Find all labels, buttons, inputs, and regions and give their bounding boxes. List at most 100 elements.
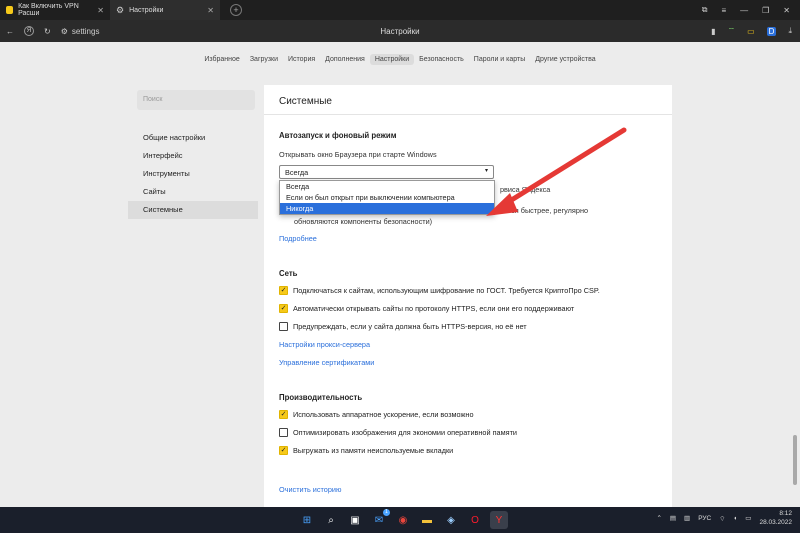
- close-window-icon[interactable]: ✕: [783, 6, 790, 15]
- network-option-gost[interactable]: ✓ Подключаться к сайтам, использующим ши…: [279, 286, 600, 295]
- nav-favorites[interactable]: Избранное: [199, 54, 244, 65]
- perf-option-unload[interactable]: ✓ Выгружать из памяти неиспользуемые вкл…: [279, 446, 453, 455]
- app-icon[interactable]: ◈: [442, 511, 460, 529]
- minimize-icon[interactable]: —: [740, 6, 748, 15]
- scrollbar[interactable]: [793, 435, 797, 485]
- option-label: Предупреждать, если у сайта должна быть …: [293, 322, 527, 331]
- wifi-protect-icon[interactable]: ⌔: [728, 26, 736, 36]
- tab-title: Настройки: [129, 6, 164, 14]
- maximize-icon[interactable]: ❐: [762, 6, 769, 15]
- option-label: Оптимизировать изображения для экономии …: [293, 428, 517, 437]
- network-option-warn[interactable]: Предупреждать, если у сайта должна быть …: [279, 322, 527, 331]
- checkbox-checked[interactable]: ✓: [279, 446, 288, 455]
- nav-settings[interactable]: Настройки: [369, 54, 415, 65]
- checkbox-checked[interactable]: ✓: [279, 286, 288, 295]
- more-link[interactable]: Подробнее: [279, 234, 317, 243]
- clear-history-link[interactable]: Очистить историю: [279, 485, 341, 494]
- search-input[interactable]: Поиск: [137, 90, 255, 110]
- mail-badge: 1: [383, 509, 390, 516]
- url-text[interactable]: settings: [72, 27, 100, 36]
- checkbox-checked[interactable]: ✓: [279, 410, 288, 419]
- select-value: Всегда: [285, 168, 309, 177]
- sidebar-item-tools[interactable]: Инструменты: [128, 165, 258, 183]
- option-label: Использовать аппаратное ускорение, если …: [293, 410, 474, 419]
- battery-icon[interactable]: ▭: [745, 514, 751, 522]
- settings-url-icon: ⚙: [60, 26, 68, 36]
- lang-indicator[interactable]: РУС: [698, 515, 711, 522]
- close-icon[interactable]: ✕: [207, 6, 214, 15]
- date: 28.03.2022: [759, 519, 792, 526]
- menu-icon[interactable]: ≡: [721, 6, 726, 15]
- mail-icon[interactable]: ✉ 1: [370, 509, 390, 529]
- extension-icon[interactable]: D: [766, 26, 777, 36]
- nav-devices[interactable]: Другие устройства: [530, 54, 600, 65]
- yandex-browser-icon[interactable]: Y: [490, 511, 508, 529]
- settings-panel: Системные Автозапуск и фоновый режим Отк…: [264, 85, 672, 515]
- sidebar-item-system[interactable]: Системные: [128, 201, 258, 219]
- close-icon[interactable]: ✕: [97, 6, 104, 15]
- divider: [264, 114, 672, 115]
- hidden-text-1: рвиса Яндекса: [500, 185, 551, 194]
- autostart-heading: Автозапуск и фоновый режим: [279, 131, 397, 140]
- network-option-https[interactable]: ✓ Автоматически открывать сайты по прото…: [279, 304, 574, 313]
- option-label: Автоматически открывать сайты по протоко…: [293, 304, 575, 313]
- perf-option-hw[interactable]: ✓ Использовать аппаратное ускорение, есл…: [279, 410, 474, 419]
- nav-downloads[interactable]: Загрузки: [245, 54, 283, 65]
- search-icon[interactable]: ⌕: [322, 511, 340, 529]
- opera-icon[interactable]: O: [466, 511, 484, 529]
- checkbox-checked[interactable]: ✓: [279, 304, 288, 313]
- chrome-icon[interactable]: ◉: [394, 511, 412, 529]
- sidebar-item-interface[interactable]: Интерфейс: [128, 147, 258, 165]
- sidebar-item-sites[interactable]: Сайты: [128, 183, 258, 201]
- sidebar-item-general[interactable]: Общие настройки: [128, 129, 258, 147]
- yandex-icon[interactable]: Я: [24, 26, 34, 36]
- tabs-overview-icon[interactable]: ⧉: [702, 5, 708, 15]
- tray-app-icon[interactable]: ▤: [670, 514, 676, 522]
- option-label: Подключаться к сайтам, использующим шифр…: [293, 286, 600, 295]
- nav-history[interactable]: История: [283, 54, 320, 65]
- battery-extension-icon[interactable]: ▭: [747, 27, 755, 36]
- option-label: Выгружать из памяти неиспользуемые вклад…: [293, 446, 454, 455]
- option-if-open[interactable]: Если он был открыт при выключении компью…: [280, 192, 494, 203]
- hidden-text-3: обновляются компоненты безопасности): [294, 217, 433, 226]
- nav-security[interactable]: Безопасность: [414, 54, 469, 65]
- open-on-start-label: Открывать окно Браузера при старте Windo…: [279, 150, 437, 159]
- tab-vpn-article[interactable]: Как Включить VPN Расши ✕: [0, 0, 110, 20]
- autostart-dropdown: Всегда Если он был открыт при выключении…: [279, 180, 495, 215]
- section-title: Системные: [279, 96, 332, 107]
- nav-addons[interactable]: Дополнения: [320, 54, 370, 65]
- tab-title: Как Включить VPN Расши: [18, 3, 79, 17]
- checkbox-unchecked[interactable]: [279, 322, 288, 331]
- volume-icon[interactable]: ◖: [733, 515, 737, 522]
- gear-icon: ⚙: [116, 4, 125, 15]
- wifi-icon[interactable]: ⌔: [719, 514, 725, 523]
- settings-nav: Избранное Загрузки История Дополнения На…: [0, 54, 800, 65]
- page-title: Настройки: [380, 26, 420, 36]
- performance-heading: Производительность: [279, 393, 363, 402]
- task-view-icon[interactable]: ▣: [346, 511, 364, 529]
- tab-settings[interactable]: ⚙ Настройки ✕: [110, 0, 220, 20]
- hidden-text-2: ается быстрее, регулярно: [500, 206, 589, 215]
- folder-icon[interactable]: ▬: [418, 511, 436, 529]
- reload-icon[interactable]: ↻: [44, 27, 51, 36]
- download-icon[interactable]: ⤓: [788, 26, 792, 36]
- time: 8:12: [779, 510, 792, 517]
- taskbar: ⊞ ⌕ ▣ ✉ 1 ◉ ▬ ◈ O Y ⌃ ▤ ▥ РУС ⌔ ◖ ▭ 8:12 …: [0, 507, 800, 533]
- clock[interactable]: 8:12 28.03.2022: [759, 509, 792, 527]
- new-tab-button[interactable]: +: [230, 4, 242, 16]
- checkbox-unchecked[interactable]: [279, 428, 288, 437]
- option-always[interactable]: Всегда: [280, 181, 494, 192]
- nav-passwords[interactable]: Пароли и карты: [469, 54, 530, 65]
- address-bar: ← Я ↻ ⚙ settings Настройки ▮ ⌔ ▭ D ⤓: [0, 20, 800, 42]
- chevron-up-icon[interactable]: ⌃: [656, 514, 661, 522]
- certificates-link[interactable]: Управление сертификатами: [279, 358, 374, 367]
- autostart-select[interactable]: Всегда ▾: [279, 165, 494, 179]
- perf-option-images[interactable]: Оптимизировать изображения для экономии …: [279, 428, 517, 437]
- tray-app-icon[interactable]: ▥: [684, 514, 690, 522]
- start-icon[interactable]: ⊞: [298, 511, 316, 529]
- bookmark-icon[interactable]: ▮: [711, 27, 715, 36]
- back-icon[interactable]: ←: [6, 27, 14, 36]
- option-never[interactable]: Никогда: [280, 203, 494, 214]
- tab-bar: Как Включить VPN Расши ✕ ⚙ Настройки ✕ +…: [0, 0, 800, 20]
- proxy-settings-link[interactable]: Настройки прокси-сервера: [279, 340, 370, 349]
